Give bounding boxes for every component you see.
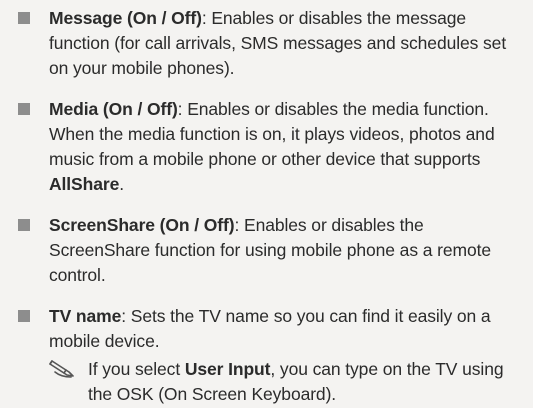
- item-description-end: .: [119, 174, 124, 194]
- manual-page: Message (On / Off): Enables or disables …: [0, 0, 533, 408]
- pencil-note-icon: [49, 357, 79, 379]
- list-item-message: Message (On / Off): Enables or disables …: [0, 6, 533, 81]
- square-bullet-icon: [18, 219, 30, 231]
- note: If you select User Input, you can type o…: [49, 357, 525, 407]
- allshare-emphasis: AllShare: [49, 174, 120, 194]
- note-text: If you select: [88, 359, 185, 379]
- list-item-media: Media (On / Off): Enables or disables th…: [0, 97, 533, 197]
- item-term: ScreenShare (On / Off): [49, 215, 235, 235]
- item-term: TV name: [49, 306, 122, 326]
- user-input-emphasis: User Input: [184, 359, 271, 379]
- square-bullet-icon: [18, 310, 30, 322]
- item-term: Media (On / Off): [49, 99, 178, 119]
- list-item-screenshare: ScreenShare (On / Off): Enables or disab…: [0, 213, 533, 288]
- square-bullet-icon: [18, 103, 30, 115]
- list-item-tv-name: TV name: Sets the TV name so you can fin…: [0, 304, 533, 407]
- item-term: Message (On / Off): [49, 8, 202, 28]
- square-bullet-icon: [18, 12, 30, 24]
